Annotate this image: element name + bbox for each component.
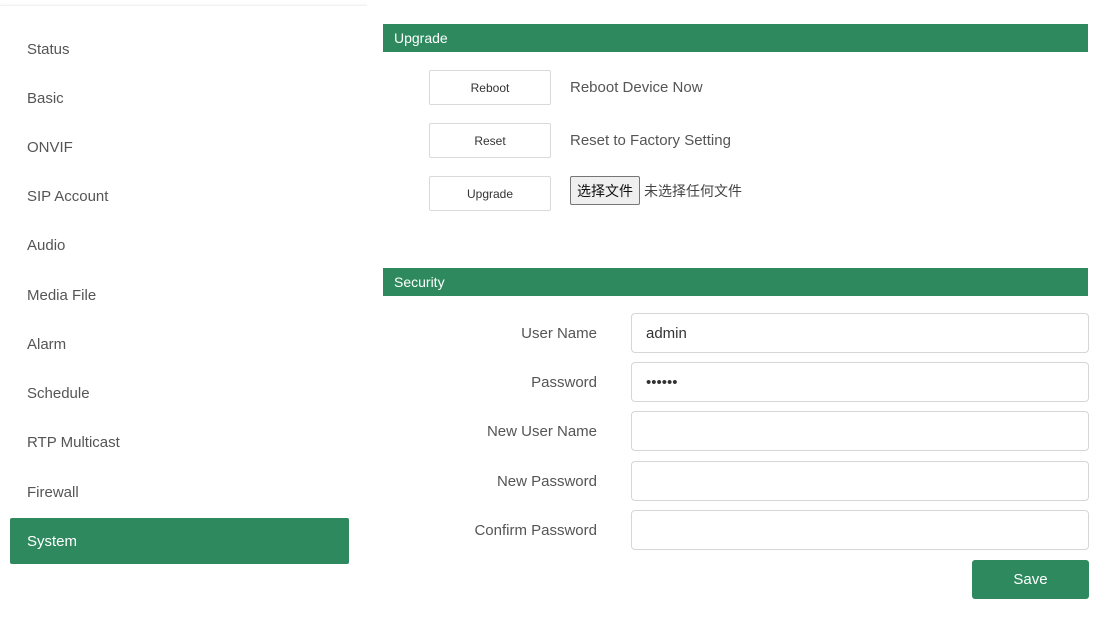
- new-user-name-input[interactable]: [631, 411, 1089, 451]
- sidebar-item-basic[interactable]: Basic: [10, 75, 349, 121]
- new-password-input[interactable]: [631, 461, 1089, 501]
- sidebar-item-status[interactable]: Status: [10, 26, 349, 72]
- sidebar-item-sip-account[interactable]: SIP Account: [10, 173, 349, 219]
- sidebar-item-system[interactable]: System: [10, 518, 349, 564]
- sidebar: Status Basic ONVIF SIP Account Audio Med…: [0, 5, 367, 629]
- choose-file-button[interactable]: 选择文件: [570, 176, 640, 205]
- security-section-header: Security: [383, 268, 1088, 296]
- password-label: Password: [531, 373, 597, 391]
- user-name-label: User Name: [521, 324, 597, 342]
- sidebar-item-schedule[interactable]: Schedule: [10, 370, 349, 416]
- sidebar-item-audio[interactable]: Audio: [10, 222, 349, 268]
- sidebar-item-firewall[interactable]: Firewall: [10, 469, 349, 515]
- file-status-text: 未选择任何文件: [644, 183, 742, 200]
- confirm-password-label: Confirm Password: [474, 521, 597, 539]
- sidebar-item-rtp-multicast[interactable]: RTP Multicast: [10, 419, 349, 465]
- reset-description: Reset to Factory Setting: [570, 132, 731, 149]
- save-button[interactable]: Save: [972, 560, 1089, 599]
- reboot-description: Reboot Device Now: [570, 79, 703, 96]
- file-picker: 选择文件 未选择任何文件: [570, 176, 742, 205]
- sidebar-item-onvif[interactable]: ONVIF: [10, 124, 349, 170]
- main-panel: Upgrade Reboot Reboot Device Now Reset R…: [367, 0, 1105, 628]
- sidebar-item-alarm[interactable]: Alarm: [10, 321, 349, 367]
- upgrade-section-header: Upgrade: [383, 24, 1088, 52]
- confirm-password-input[interactable]: [631, 510, 1089, 550]
- user-name-input[interactable]: [631, 313, 1089, 353]
- new-user-name-label: New User Name: [486, 422, 597, 440]
- sidebar-item-media-file[interactable]: Media File: [10, 272, 349, 318]
- password-input[interactable]: [631, 362, 1089, 402]
- new-password-label: New Password: [496, 472, 597, 490]
- reboot-button[interactable]: Reboot: [429, 70, 551, 105]
- upgrade-button[interactable]: Upgrade: [429, 176, 551, 211]
- reset-button[interactable]: Reset: [429, 123, 551, 158]
